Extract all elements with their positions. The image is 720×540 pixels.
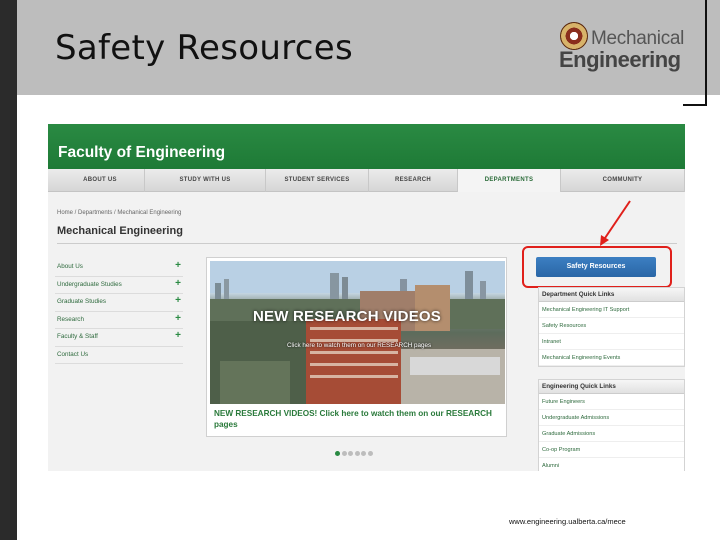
red-arrow-icon xyxy=(600,200,631,246)
slide: Safety Resources Mechanical Engineering … xyxy=(0,0,720,540)
website-url: www.engineering.ualberta.ca/mece xyxy=(509,517,626,526)
